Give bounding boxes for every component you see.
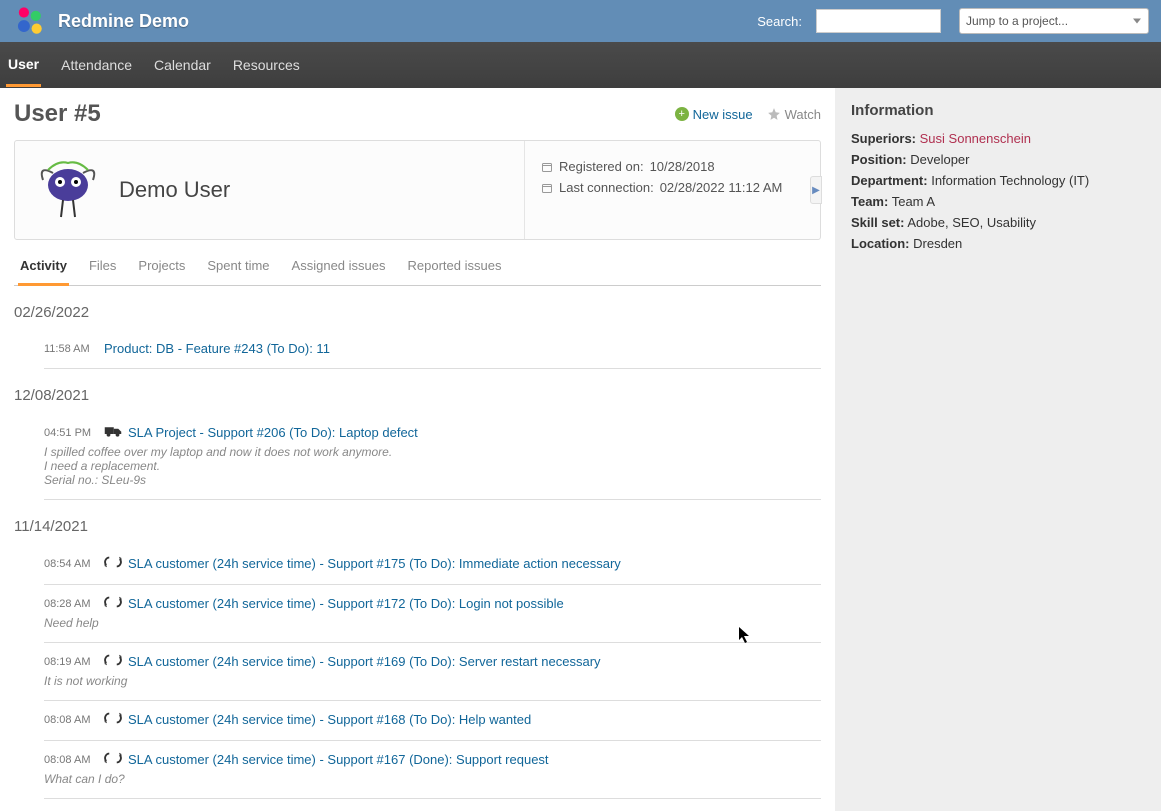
page-title: User #5 xyxy=(14,100,101,128)
activity-day-header: 11/14/2021 xyxy=(14,518,821,535)
info-row-skillset: Skill set: Adobe, SEO, Usability xyxy=(851,215,1145,230)
tab-spent-time[interactable]: Spent time xyxy=(205,250,271,285)
entry-description: What can I do? xyxy=(44,772,821,786)
info-sidebar: Information Superiors: Susi Sonnenschein… xyxy=(835,88,1161,811)
new-issue-link[interactable]: + New issue xyxy=(675,107,753,122)
entry-description: It is not working xyxy=(44,674,821,688)
nav-attendance[interactable]: Attendance xyxy=(59,45,134,85)
main-nav: User Attendance Calendar Resources xyxy=(0,42,1161,88)
sidebar-title: Information xyxy=(851,102,1145,119)
activity-day-header: 12/08/2021 xyxy=(14,387,821,404)
tab-reported-issues[interactable]: Reported issues xyxy=(406,250,504,285)
user-card: Demo User Registered on: 10/28/2018 Last… xyxy=(14,140,821,240)
activity-day-header: 02/26/2022 xyxy=(14,304,821,321)
project-select[interactable]: Jump to a project... xyxy=(959,8,1149,34)
entry-link[interactable]: SLA customer (24h service time) - Suppor… xyxy=(128,556,621,571)
cycle-icon xyxy=(104,595,122,612)
watch-link[interactable]: Watch xyxy=(767,107,821,122)
activity-list: 02/26/2022 11:58 AM Product: DB - Feature … xyxy=(14,304,821,799)
entry-link[interactable]: SLA customer (24h service time) - Suppor… xyxy=(128,752,549,767)
registered-date: 10/28/2018 xyxy=(650,159,715,174)
activity-entry: 08:54 AM SLA customer (24h service time) … xyxy=(44,545,821,585)
plus-icon: + xyxy=(675,107,689,121)
activity-entry: 08:28 AM SLA customer (24h service time) … xyxy=(44,585,821,643)
nav-resources[interactable]: Resources xyxy=(231,45,302,85)
info-row-location: Location: Dresden xyxy=(851,236,1145,251)
activity-entry: 11:58 AM Product: DB - Feature #243 (To D… xyxy=(44,331,821,369)
activity-entry: 04:51 PM SLA Project - Support #206 (To D… xyxy=(44,414,821,500)
calendar-icon xyxy=(541,161,553,173)
main-content: User #5 + New issue Watch xyxy=(0,88,835,811)
cycle-icon xyxy=(104,555,122,572)
entry-time: 11:58 AM xyxy=(44,343,98,355)
activity-entry: 08:08 AM SLA customer (24h service time) … xyxy=(44,701,821,741)
search-label: Search: xyxy=(757,14,802,29)
activity-entry: 08:19 AM SLA customer (24h service time) … xyxy=(44,643,821,701)
registered-label: Registered on: xyxy=(559,159,644,174)
calendar-icon xyxy=(541,182,553,194)
display-name: Demo User xyxy=(119,177,230,203)
info-row-department: Department: Information Technology (IT) xyxy=(851,173,1145,188)
activity-entry: 08:08 AM SLA customer (24h service time) … xyxy=(44,741,821,799)
nav-user[interactable]: User xyxy=(6,44,41,87)
expand-handle[interactable]: ▶ xyxy=(810,176,822,204)
cycle-icon xyxy=(104,751,122,768)
tab-files[interactable]: Files xyxy=(87,250,118,285)
nav-calendar[interactable]: Calendar xyxy=(152,45,213,85)
entry-time: 08:08 AM xyxy=(44,754,98,766)
entry-time: 08:08 AM xyxy=(44,714,98,726)
entry-time: 04:51 PM xyxy=(44,427,98,439)
search-input[interactable] xyxy=(816,9,941,33)
star-icon xyxy=(767,107,781,121)
logo-icon xyxy=(12,4,46,38)
entry-description: I spilled coffee over my laptop and now … xyxy=(44,445,821,487)
sub-tabs: Activity Files Projects Spent time Assig… xyxy=(14,250,821,286)
entry-time: 08:28 AM xyxy=(44,598,98,610)
entry-link[interactable]: SLA customer (24h service time) - Suppor… xyxy=(128,596,564,611)
info-row-position: Position: Developer xyxy=(851,152,1145,167)
cycle-icon xyxy=(104,653,122,670)
entry-link[interactable]: SLA Project - Support #206 (To Do): Lapt… xyxy=(128,425,418,440)
info-row-superiors: Superiors: Susi Sonnenschein xyxy=(851,131,1145,146)
avatar xyxy=(33,155,103,225)
truck-icon xyxy=(104,424,122,441)
entry-link[interactable]: Product: DB - Feature #243 (To Do): 11 xyxy=(104,341,330,356)
entry-link[interactable]: SLA customer (24h service time) - Suppor… xyxy=(128,712,531,727)
last-conn-date: 02/28/2022 11:12 AM xyxy=(660,180,783,195)
tab-assigned-issues[interactable]: Assigned issues xyxy=(290,250,388,285)
entry-time: 08:54 AM xyxy=(44,558,98,570)
top-bar: Redmine Demo Search: Jump to a project..… xyxy=(0,0,1161,42)
brand-title: Redmine Demo xyxy=(58,11,745,32)
entry-description: Need help xyxy=(44,616,821,630)
tab-activity[interactable]: Activity xyxy=(18,250,69,286)
superiors-link[interactable]: Susi Sonnenschein xyxy=(920,131,1031,146)
tab-projects[interactable]: Projects xyxy=(136,250,187,285)
last-conn-label: Last connection: xyxy=(559,180,654,195)
info-row-team: Team: Team A xyxy=(851,194,1145,209)
cycle-icon xyxy=(104,711,122,728)
entry-link[interactable]: SLA customer (24h service time) - Suppor… xyxy=(128,654,601,669)
entry-time: 08:19 AM xyxy=(44,656,98,668)
